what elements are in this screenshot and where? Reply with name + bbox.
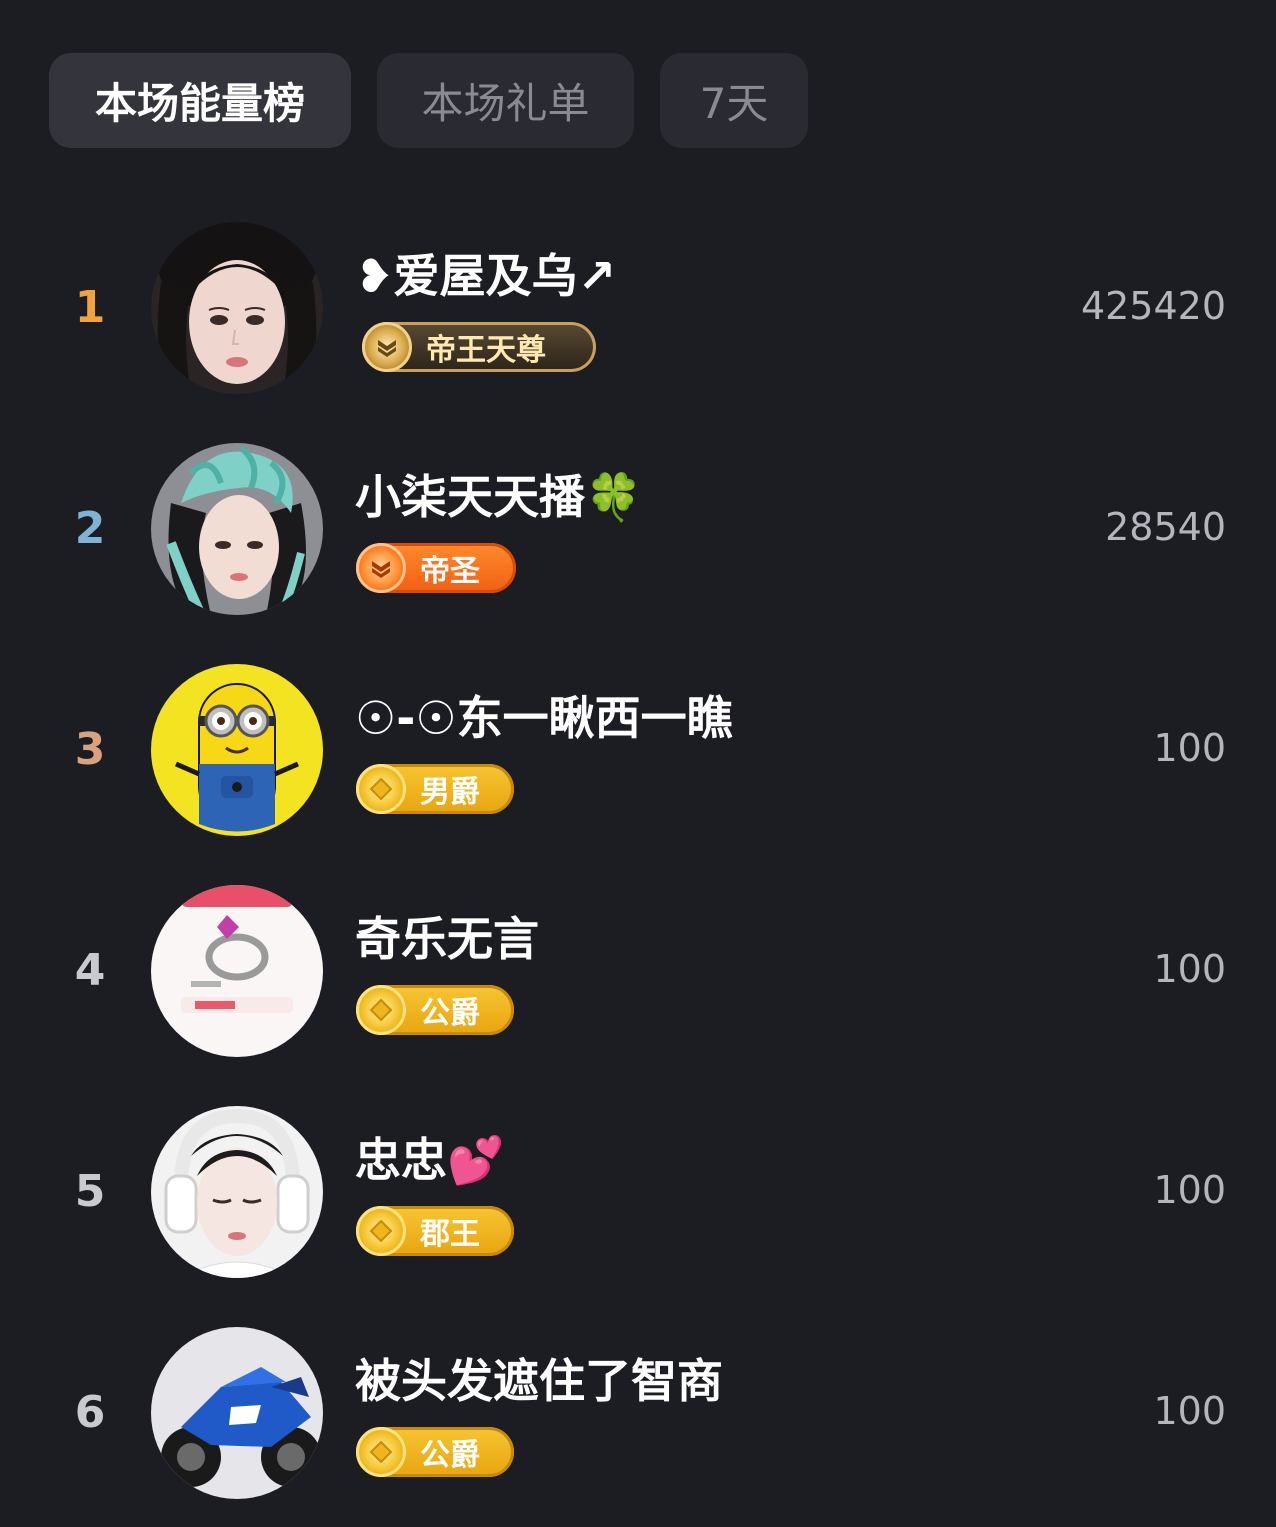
avatar[interactable]: [151, 443, 323, 615]
leaderboard-tabs: 本场能量榜 本场礼单 7天: [49, 53, 808, 148]
avatar[interactable]: [151, 664, 323, 836]
energy-score: 100: [1153, 1389, 1226, 1433]
user-name[interactable]: 奇乐无言: [355, 903, 539, 969]
list-item[interactable]: 1 ❥爱屋及乌↗ 帝王天尊 425420: [0, 222, 1276, 422]
rank-number: 1: [74, 282, 106, 333]
user-name[interactable]: 小柒天天播🍀: [355, 461, 642, 527]
tab-session-energy-rank[interactable]: 本场能量榜: [49, 53, 351, 148]
tab-session-gift-list[interactable]: 本场礼单: [377, 53, 634, 148]
crown-medal-icon: [356, 543, 406, 593]
energy-score: 100: [1153, 726, 1226, 770]
user-name[interactable]: ☉-☉东一瞅西一瞧: [355, 682, 733, 748]
rank-number: 2: [74, 503, 106, 554]
energy-score: 100: [1153, 947, 1226, 991]
list-item[interactable]: 4 奇乐无言 公爵 100: [0, 885, 1276, 1085]
diamond-medal-icon: [356, 985, 406, 1035]
badge-label: 公爵: [420, 996, 480, 1031]
badge-label: 帝王天尊: [426, 333, 546, 368]
level-badge: 帝王天尊: [362, 322, 596, 372]
rank-number: 5: [74, 1166, 106, 1217]
level-badge: 公爵: [356, 1427, 514, 1477]
level-badge: 郡王: [356, 1206, 514, 1256]
user-name[interactable]: 忠忠💕: [355, 1124, 504, 1190]
badge-label: 郡王: [420, 1217, 480, 1252]
user-name[interactable]: 被头发遮住了智商: [355, 1345, 723, 1411]
diamond-medal-icon: [356, 1427, 406, 1477]
level-badge: 男爵: [356, 764, 514, 814]
level-badge: 公爵: [356, 985, 514, 1035]
diamond-medal-icon: [356, 1206, 406, 1256]
avatar[interactable]: [151, 222, 323, 394]
energy-score: 28540: [1105, 505, 1226, 549]
avatar[interactable]: [151, 1106, 323, 1278]
energy-score: 425420: [1080, 284, 1226, 328]
crown-medal-icon: [362, 322, 412, 372]
badge-label: 男爵: [420, 775, 480, 810]
user-name[interactable]: ❥爱屋及乌↗: [355, 240, 616, 306]
energy-score: 100: [1153, 1168, 1226, 1212]
list-item[interactable]: 5 忠忠💕 郡王 100: [0, 1106, 1276, 1306]
badge-label: 公爵: [420, 1438, 480, 1473]
list-item[interactable]: 2 小柒天天播🍀 帝圣 28540: [0, 443, 1276, 643]
diamond-medal-icon: [356, 764, 406, 814]
list-item[interactable]: 6 被头发遮住了智商 公爵 100: [0, 1327, 1276, 1527]
rank-number: 6: [74, 1387, 106, 1438]
rank-number: 4: [74, 945, 106, 996]
level-badge: 帝圣: [356, 543, 516, 593]
avatar[interactable]: [151, 1327, 323, 1499]
list-item[interactable]: 3 ☉-☉东一瞅西一瞧 男爵 100: [0, 664, 1276, 864]
rank-number: 3: [74, 724, 106, 775]
avatar[interactable]: [151, 885, 323, 1057]
tab-7-days[interactable]: 7天: [660, 53, 808, 148]
badge-label: 帝圣: [420, 554, 480, 589]
